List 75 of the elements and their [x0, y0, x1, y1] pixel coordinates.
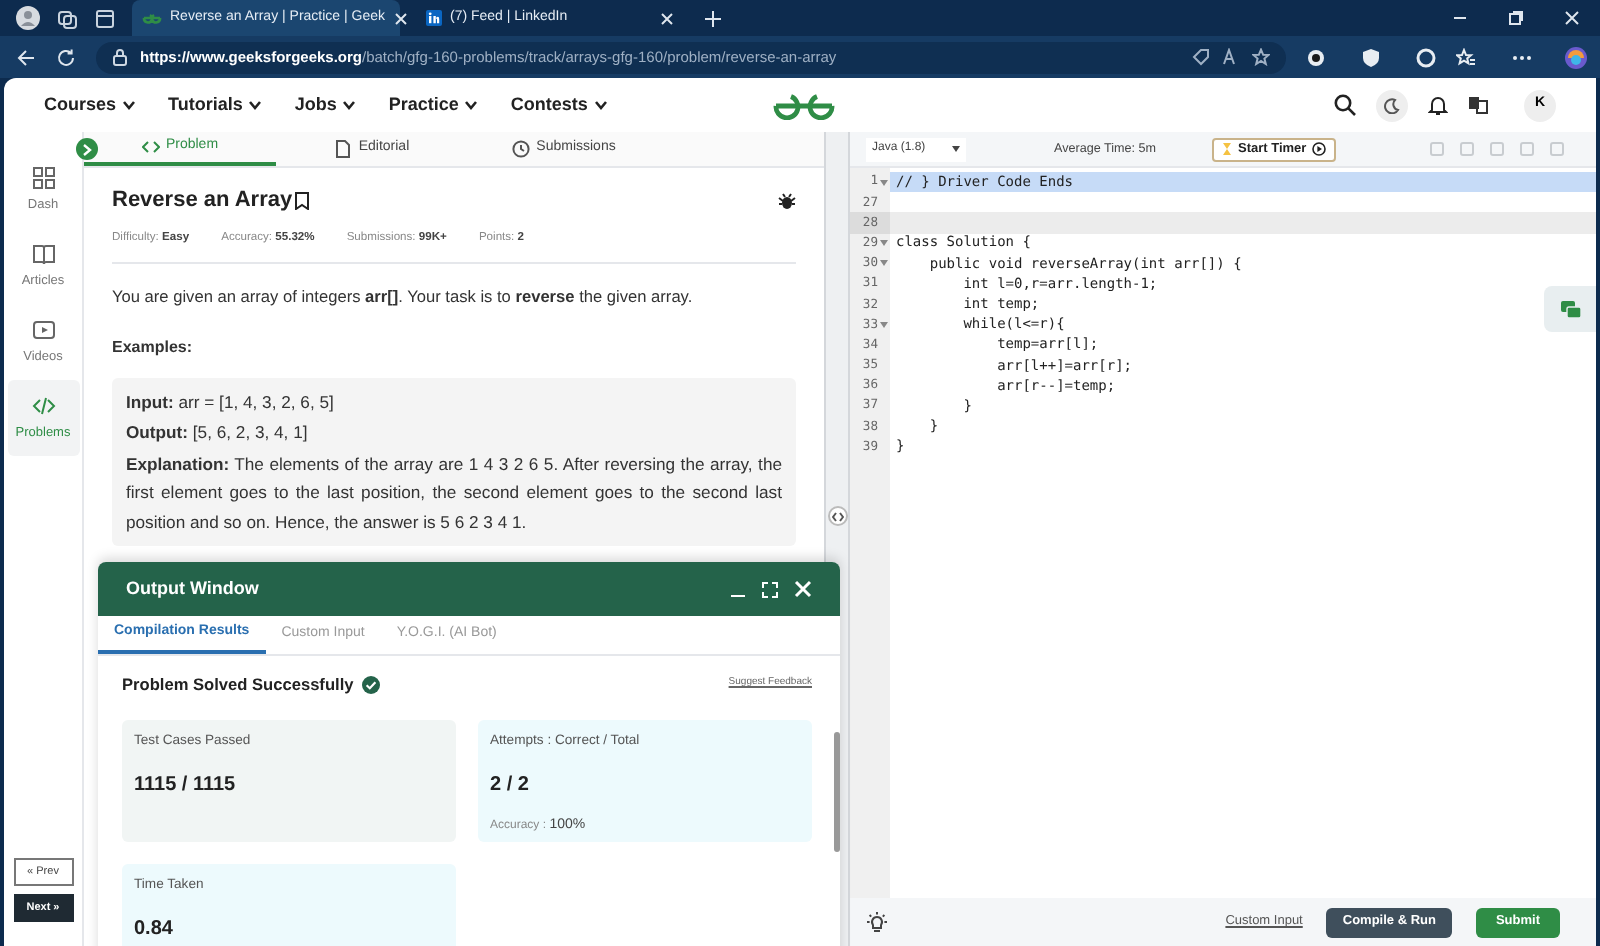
linkedin-icon [426, 10, 442, 26]
check-circle-icon [361, 675, 380, 694]
more-icon[interactable] [1512, 53, 1532, 61]
chevron-right-icon [82, 143, 92, 155]
fold-arrow-icon[interactable] [880, 240, 888, 247]
chevron-down-icon [248, 100, 263, 110]
lock-icon [112, 48, 128, 66]
play-icon [31, 317, 55, 342]
fold-arrow-icon[interactable] [880, 179, 888, 186]
caret-down-icon [952, 146, 960, 152]
scrollbar-thumb[interactable] [834, 732, 840, 852]
card-value: 1115 / 1115 [134, 771, 238, 800]
card-value: 2 / 2 [490, 771, 531, 800]
tab-actions-icon[interactable] [94, 7, 116, 29]
extension-icon[interactable] [1416, 47, 1436, 67]
close-icon[interactable] [1564, 10, 1580, 26]
chevron-down-icon [464, 100, 479, 110]
gfg-logo-icon[interactable] [770, 92, 838, 120]
nav-menu[interactable]: Jobs [294, 91, 357, 119]
chevron-down-icon [342, 100, 357, 110]
document-icon [334, 140, 353, 158]
bookmark-icon[interactable] [294, 191, 311, 210]
favorites-icon[interactable] [1456, 47, 1476, 67]
copilot-icon[interactable] [1564, 45, 1588, 69]
search-icon[interactable] [1334, 94, 1356, 116]
play-circle-icon [1312, 142, 1327, 156]
card-value: 0.84 [134, 915, 175, 944]
gfg-logo-icon [142, 12, 162, 24]
tag-icon [1192, 48, 1210, 66]
read-aloud-icon [1222, 48, 1240, 66]
translate-icon[interactable] [1468, 96, 1488, 114]
output-window-title: Output Window [126, 575, 259, 602]
fold-arrow-icon[interactable] [880, 321, 888, 328]
bell-icon[interactable] [1428, 94, 1448, 116]
lightbulb-icon[interactable] [866, 911, 888, 933]
close-icon[interactable] [660, 11, 674, 25]
nav-menu[interactable]: Practice [388, 91, 479, 119]
fold-arrow-icon[interactable] [880, 260, 888, 267]
restore-icon[interactable] [1508, 10, 1524, 26]
nav-menu[interactable]: Contests [510, 91, 608, 119]
chevron-down-icon [593, 100, 608, 110]
extension-icon[interactable] [1306, 47, 1326, 67]
expand-toggle[interactable] [76, 138, 98, 160]
status-message: Problem Solved Successfully [122, 672, 354, 697]
close-icon[interactable] [393, 11, 408, 25]
code-icon [31, 393, 55, 418]
back-icon[interactable] [16, 47, 36, 67]
dark-mode-toggle[interactable] [1376, 89, 1408, 121]
shield-icon[interactable] [1362, 47, 1380, 67]
clock-icon [512, 140, 531, 158]
favorite-star-icon [1252, 48, 1270, 66]
expand-icon[interactable] [762, 581, 778, 597]
problem-description: You are given an array of integers arr[]. Your task is to reverse the given array. [112, 284, 695, 310]
examples-heading: Examples: [112, 335, 195, 360]
nav-menu[interactable]: Tutorials [168, 91, 263, 119]
profile-avatar-icon[interactable] [16, 6, 40, 30]
hourglass-icon [1221, 142, 1232, 156]
new-tab-icon[interactable] [704, 9, 722, 27]
grid-icon [31, 165, 55, 190]
moon-icon [1384, 97, 1400, 113]
bug-icon[interactable] [778, 191, 796, 210]
nav-menu[interactable]: Courses [44, 91, 137, 119]
example-text: Input: arr = [1, 4, 3, 2, 6, 5] [126, 389, 336, 416]
resize-handle[interactable] [828, 506, 848, 526]
chat-button[interactable] [1544, 286, 1596, 332]
refresh-icon[interactable] [56, 47, 76, 67]
chevron-down-icon [122, 100, 137, 110]
code-icon [141, 138, 160, 156]
chat-icon [1559, 299, 1581, 319]
workspaces-icon[interactable] [56, 7, 78, 29]
example-text: Explanation: The elements of the array are 1 4 3 2 6 5. After reversing the array, the first element goes to the last position, the second element goes to the second last position and so on. Hence, the answer is 5 6 2 3 4 1. [126, 451, 782, 536]
problem-title: Reverse an Array [112, 186, 293, 216]
example-text: Output: [5, 6, 2, 3, 4, 1] [126, 420, 310, 447]
resize-arrows-icon [832, 511, 844, 521]
book-icon [31, 241, 55, 266]
